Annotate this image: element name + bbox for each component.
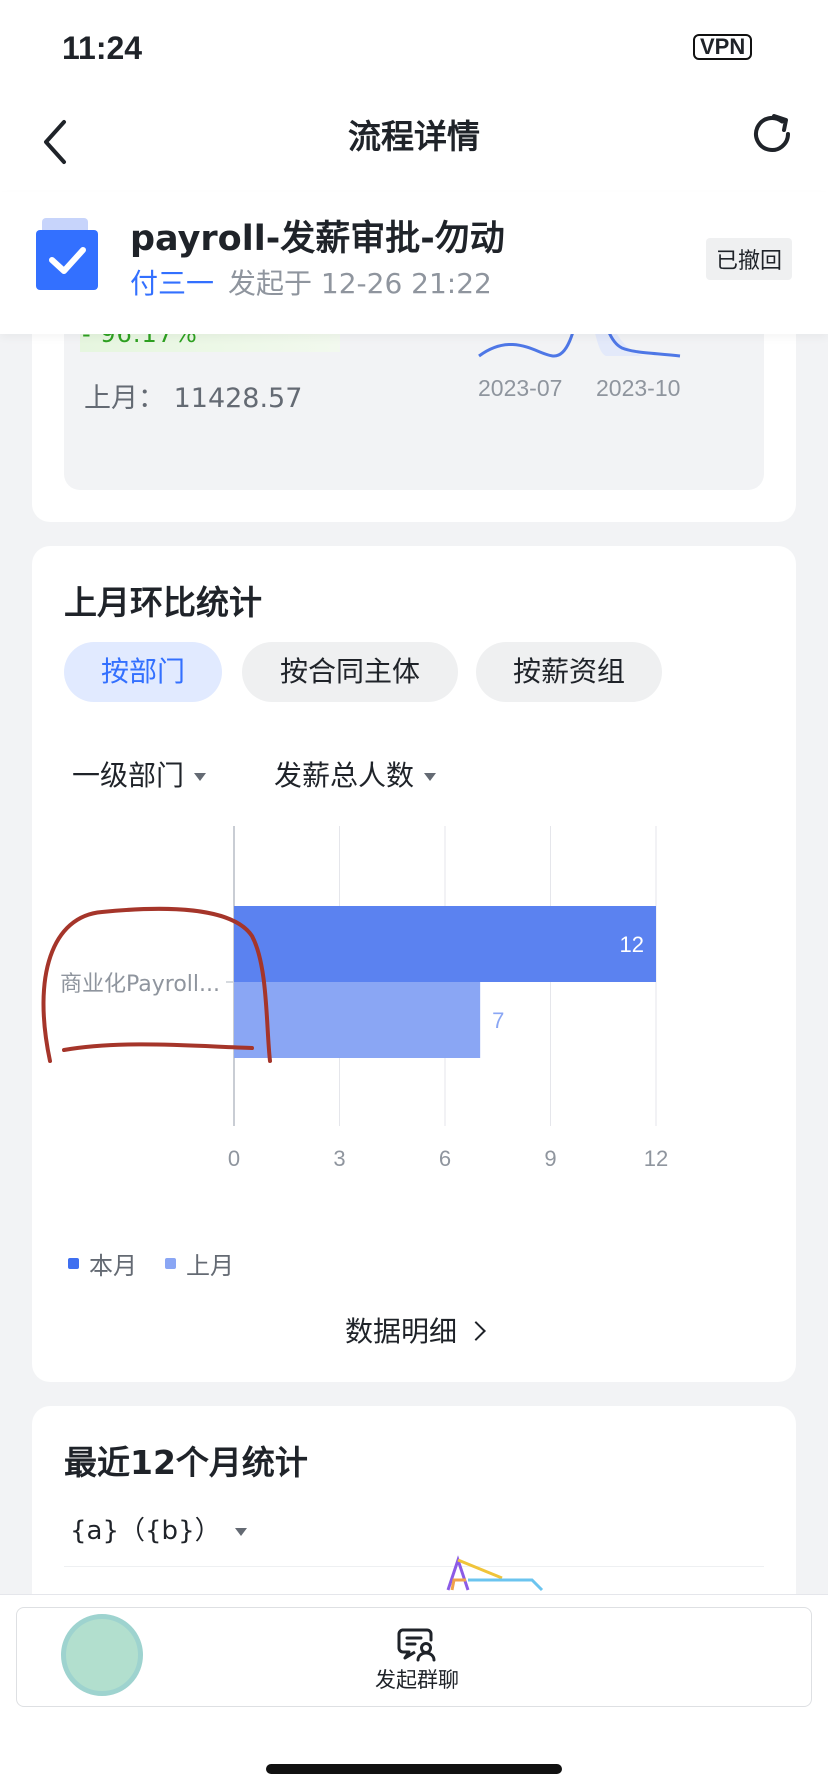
legend-item-last-month[interactable]: 上月 [165,1246,234,1281]
data-label: 7 [492,1008,504,1033]
start-group-chat-button[interactable]: 发起群聊 [347,1624,487,1694]
status-badge: 已撤回 [706,238,793,280]
line-chart-fragment [446,1555,544,1592]
process-meta: 付三一 发起于 12-26 21:22 [130,262,492,302]
x-tick-label: 0 [228,1146,240,1171]
group-chat-icon [397,1628,436,1662]
start-group-chat-label: 发起群聊 [375,1668,459,1692]
approval-icon [36,216,100,292]
months12-card-title: 最近12个月统计 [64,1443,308,1482]
legend-item-this-month[interactable]: 本月 [68,1246,137,1281]
series-dropdown-value: {a}（{b}） [70,1516,221,1546]
x-tick-label: 3 [333,1146,345,1171]
home-indicator [266,1764,562,1774]
process-title: payroll-发薪审批-勿动 [130,219,505,259]
metric-dropdown[interactable]: 发薪总人数 [274,754,437,794]
legend-swatch [68,1258,79,1269]
mom-stats-card: 上月环比统计 按部门 按合同主体 按薪资组 一级部门 发薪总人数 0 3 6 9 12 商… [32,546,796,1382]
metric-value: 发薪总人数 [274,759,415,792]
data-detail-label: 数据明细 [344,1315,457,1348]
bottom-action-bar: 发起群聊 [0,1594,828,1792]
bottom-action-container: 发起群聊 [16,1607,812,1707]
department-level-dropdown[interactable]: 一级部门 [72,754,207,794]
caret-down-icon [424,773,437,781]
divider [64,1566,764,1567]
x-tick-label: 12 [644,1146,668,1171]
legend-label: 上月 [186,1252,234,1280]
tab-by-department[interactable]: 按部门 [64,642,222,702]
sparkline-label-1: 2023-07 [478,375,562,401]
bar-this-month [234,906,656,982]
vpn-indicator: VPN [693,34,753,60]
data-detail-link[interactable]: 数据明细 [32,1310,796,1350]
series-dropdown[interactable]: {a}（{b}） [70,1510,247,1547]
nav-bar: 流程详情 [0,96,828,192]
chevron-right-icon [466,1321,486,1341]
process-header: payroll-发薪审批-勿动 付三一 发起于 12-26 21:22 已撤回 [0,192,828,334]
refresh-button[interactable] [746,108,798,160]
category-label: 商业化Payroll... [60,972,220,997]
chart-legend: 本月 上月 [68,1246,234,1281]
avatar[interactable] [61,1614,143,1696]
legend-label: 本月 [89,1252,137,1280]
caret-down-icon [234,1527,247,1536]
tab-by-contract-entity[interactable]: 按合同主体 [242,642,458,702]
page-title: 流程详情 [348,117,480,156]
caret-down-icon [194,773,207,781]
data-label: 12 [620,932,644,957]
initiator-name[interactable]: 付三一 [130,267,214,300]
started-time: 发起于 12-26 21:22 [228,267,492,300]
last-month-value: 上月： 11428.57 [84,383,303,414]
tab-by-salary-group[interactable]: 按薪资组 [476,642,662,702]
status-time: 11:24 [62,30,143,66]
mom-card-title: 上月环比统计 [64,583,262,622]
status-bar: 11:24 VPN [0,0,828,96]
refresh-icon [754,114,790,152]
sparkline-label-2: 2023-10 [596,375,680,401]
bar-chart: 0 3 6 9 12 商业化Payroll... 12 7 [41,826,668,1171]
department-level-value: 一级部门 [72,759,185,792]
legend-swatch [165,1258,176,1269]
bar-last-month [234,982,481,1058]
x-tick-label: 6 [439,1146,451,1171]
x-tick-label: 9 [544,1146,556,1171]
